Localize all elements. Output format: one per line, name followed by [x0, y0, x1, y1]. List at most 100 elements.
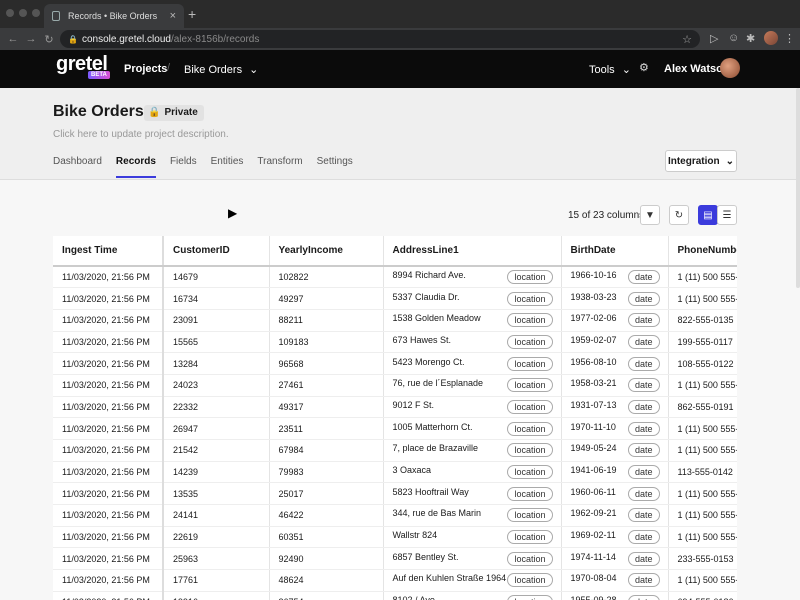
table-row[interactable]: 11/03/2020, 21:56 PM 16734 49297 location 53…	[53, 287, 737, 310]
project-description[interactable]: Click here to update project description…	[53, 129, 229, 140]
project-header: Bike Orders 🔒 Private Click here to upda…	[0, 88, 800, 180]
location-tag[interactable]: location	[507, 530, 553, 545]
table-row[interactable]: 11/03/2020, 21:56 PM 14239 79983 location 3 …	[53, 461, 737, 484]
column-header[interactable]: CustomerID	[163, 236, 270, 267]
cell-value: 11/03/2020, 21:56 PM	[62, 445, 150, 456]
user-avatar[interactable]	[720, 58, 740, 78]
location-tag[interactable]: location	[507, 595, 553, 600]
mouse-cursor-icon: ▶	[228, 206, 238, 220]
lock-icon: 🔒	[148, 107, 161, 118]
refresh-button[interactable]: ↻	[669, 205, 689, 225]
location-tag[interactable]: location	[507, 421, 553, 436]
tab-settings[interactable]: Settings	[317, 156, 353, 178]
tab-dashboard[interactable]: Dashboard	[53, 156, 102, 178]
date-tag[interactable]: date	[627, 356, 660, 371]
tab-close-icon[interactable]: ×	[170, 10, 176, 22]
project-switcher[interactable]: Bike Orders ⌄	[184, 63, 258, 76]
column-header[interactable]: AddressLine1	[383, 236, 562, 267]
location-tag[interactable]: location	[507, 508, 553, 523]
column-header[interactable]: BirthDate	[561, 236, 669, 267]
table-row[interactable]: 11/03/2020, 21:56 PM 24141 46422 location 34…	[53, 504, 737, 527]
tab-entities[interactable]: Entities	[211, 156, 244, 178]
column-header[interactable]: YearlyIncome	[269, 236, 384, 267]
location-tag[interactable]: location	[507, 378, 553, 393]
table-row[interactable]: 11/03/2020, 21:56 PM 26947 23511 location 10…	[53, 417, 737, 440]
location-tag[interactable]: location	[507, 270, 553, 285]
filter-button[interactable]: ▼	[640, 205, 660, 225]
date-tag[interactable]: date	[627, 270, 660, 285]
table-row[interactable]: 11/03/2020, 21:56 PM 21542 67984 location 7,…	[53, 439, 737, 462]
table-row[interactable]: 11/03/2020, 21:56 PM 24023 27461 location 76…	[53, 374, 737, 397]
location-tag[interactable]: location	[507, 399, 553, 414]
column-header[interactable]: PhoneNumber	[668, 236, 737, 267]
date-tag[interactable]: date	[627, 421, 660, 436]
date-tag[interactable]: date	[627, 399, 660, 414]
date-tag[interactable]: date	[627, 551, 660, 566]
list-view-button[interactable]: ☰	[717, 205, 737, 225]
table-row[interactable]: 11/03/2020, 21:56 PM1991626754 location 81…	[53, 591, 737, 600]
table-row[interactable]: 11/03/2020, 21:56 PM 23091 88211 location 15…	[53, 309, 737, 332]
table-row[interactable]: 11/03/2020, 21:56 PM 14679 102822 location 8…	[53, 266, 737, 289]
date-tag[interactable]: date	[627, 291, 660, 306]
page-scrollbar[interactable]	[796, 88, 800, 288]
table-view-button[interactable]: ▤	[698, 205, 718, 225]
location-tag[interactable]: location	[507, 573, 553, 588]
location-tag[interactable]: location	[507, 313, 553, 328]
table-row[interactable]: 11/03/2020, 21:56 PM 17761 48624 location Au…	[53, 569, 737, 592]
location-tag[interactable]: location	[507, 551, 553, 566]
date-tag[interactable]: date	[627, 573, 660, 588]
date-tag[interactable]: date	[627, 508, 660, 523]
tools-menu[interactable]: Tools ⌄	[589, 63, 631, 76]
extension-icon[interactable]: ▷	[710, 32, 718, 45]
date-tag[interactable]: date	[627, 443, 660, 458]
puzzle-extensions-icon[interactable]: ✱	[746, 32, 755, 45]
project-tabs: Dashboard Records Fields Entities Transf…	[53, 156, 367, 178]
location-tag[interactable]: location	[507, 443, 553, 458]
forward-icon[interactable]: →	[22, 33, 40, 45]
date-tag[interactable]: date	[627, 530, 660, 545]
location-tag[interactable]: location	[507, 356, 553, 371]
table-cell: 199-555-0117	[668, 331, 737, 354]
bell-icon[interactable]: ⚙	[639, 61, 649, 74]
table-row[interactable]: 11/03/2020, 21:56 PM 22332 49317 location 90…	[53, 396, 737, 419]
date-tag[interactable]: date	[627, 378, 660, 393]
table-row[interactable]: 11/03/2020, 21:56 PM 13535 25017 location 58…	[53, 482, 737, 506]
tab-transform[interactable]: Transform	[257, 156, 302, 178]
bookmark-star-icon[interactable]: ☆	[682, 33, 692, 46]
cell-value: 46422	[278, 510, 304, 521]
table-cell: 48624	[269, 569, 384, 592]
integration-dropdown[interactable]: Integration ⌄	[665, 150, 737, 172]
new-tab-button[interactable]: +	[188, 6, 196, 22]
location-tag[interactable]: location	[507, 465, 553, 480]
cell-value: 16734	[173, 293, 199, 304]
cell-value: 1941-06-19	[570, 465, 617, 476]
table-row[interactable]: 11/03/2020, 21:56 PM 15565 109183 location 6…	[53, 331, 737, 354]
date-tag[interactable]: date	[627, 313, 660, 328]
browser-tab[interactable]: Records • Bike Orders ×	[44, 4, 184, 28]
window-controls[interactable]	[6, 9, 40, 17]
date-tag[interactable]: date	[627, 486, 660, 501]
table-cell: location 6857 Bentley St.	[383, 547, 562, 571]
table-row[interactable]: 11/03/2020, 21:56 PM 22619 60351 location Wa…	[53, 526, 737, 549]
location-tag[interactable]: location	[507, 291, 553, 306]
extension-emoji-icon[interactable]: ☺	[728, 32, 739, 44]
nav-projects[interactable]: Projects	[124, 63, 167, 75]
column-header[interactable]: Ingest Time	[53, 236, 164, 267]
browser-menu-icon[interactable]: ⋮	[784, 32, 795, 45]
back-icon[interactable]: ←	[4, 33, 22, 45]
location-tag[interactable]: location	[507, 334, 553, 349]
table-row[interactable]: 11/03/2020, 21:56 PM 13284 96568 location 54…	[53, 352, 737, 375]
cell-value: 109183	[278, 336, 309, 347]
reload-icon[interactable]: ↻	[40, 33, 58, 46]
table-view-icon: ▤	[703, 209, 713, 221]
address-bar[interactable]: 🔒 console.gretel.cloud /alex-8156b/recor…	[60, 30, 700, 48]
date-tag[interactable]: date	[627, 595, 660, 600]
tab-records[interactable]: Records	[115, 156, 156, 178]
date-tag[interactable]: date	[627, 465, 660, 480]
browser-profile-avatar[interactable]	[764, 31, 778, 45]
table-row[interactable]: 11/03/2020, 21:56 PM 25963 92490 location 68…	[53, 547, 737, 571]
tab-fields[interactable]: Fields	[170, 156, 197, 178]
location-tag[interactable]: location	[507, 486, 553, 501]
date-tag[interactable]: date	[627, 334, 660, 349]
tab-title: Records • Bike Orders	[68, 11, 158, 21]
